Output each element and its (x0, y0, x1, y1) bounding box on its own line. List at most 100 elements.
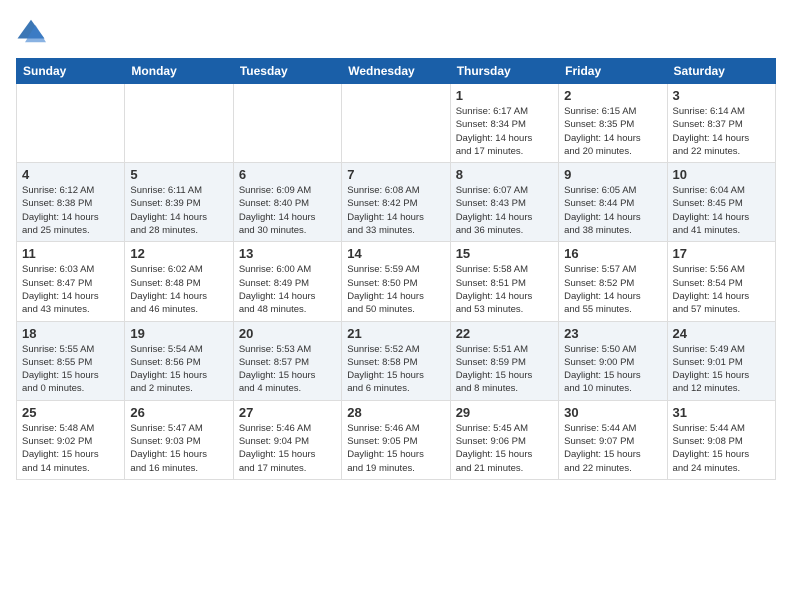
day-info: Sunrise: 5:57 AM Sunset: 8:52 PM Dayligh… (564, 263, 661, 316)
calendar-cell: 7Sunrise: 6:08 AM Sunset: 8:42 PM Daylig… (342, 163, 450, 242)
day-number: 21 (347, 326, 444, 341)
calendar-cell (125, 84, 233, 163)
header-saturday: Saturday (667, 59, 775, 84)
day-info: Sunrise: 5:44 AM Sunset: 9:07 PM Dayligh… (564, 422, 661, 475)
calendar-table: SundayMondayTuesdayWednesdayThursdayFrid… (16, 58, 776, 480)
header-friday: Friday (559, 59, 667, 84)
day-number: 27 (239, 405, 336, 420)
logo-icon (16, 16, 46, 46)
calendar-cell: 31Sunrise: 5:44 AM Sunset: 9:08 PM Dayli… (667, 400, 775, 479)
day-number: 18 (22, 326, 119, 341)
day-number: 3 (673, 88, 770, 103)
calendar-cell: 8 Sunrise: 6:07 AM Sunset: 8:43 PM Daylig… (450, 163, 558, 242)
calendar-cell: 4 Sunrise: 6:12 AM Sunset: 8:38 PM Daylig… (17, 163, 125, 242)
calendar-cell: 24 Sunrise: 5:49 AM Sunset: 9:01 PM Dayli… (667, 321, 775, 400)
calendar-cell: 26 Sunrise: 5:47 AM Sunset: 9:03 PM Dayli… (125, 400, 233, 479)
calendar-cell: 18 Sunrise: 5:55 AM Sunset: 8:55 PM Dayli… (17, 321, 125, 400)
header-tuesday: Tuesday (233, 59, 341, 84)
day-info: Sunrise: 6:09 AM Sunset: 8:40 PM Dayligh… (239, 184, 336, 237)
day-info: Sunrise: 6:00 AM Sunset: 8:49 PM Dayligh… (239, 263, 336, 316)
calendar-cell: 5 Sunrise: 6:11 AM Sunset: 8:39 PM Daylig… (125, 163, 233, 242)
calendar-cell (342, 84, 450, 163)
calendar-body: 1 Sunrise: 6:17 AM Sunset: 8:34 PM Daylig… (17, 84, 776, 480)
day-number: 25 (22, 405, 119, 420)
calendar-cell: 9 Sunrise: 6:05 AM Sunset: 8:44 PM Daylig… (559, 163, 667, 242)
day-number: 4 (22, 167, 119, 182)
calendar-cell (17, 84, 125, 163)
calendar-cell: 19 Sunrise: 5:54 AM Sunset: 8:56 PM Dayli… (125, 321, 233, 400)
day-info: Sunrise: 5:46 AM Sunset: 9:04 PM Dayligh… (239, 422, 336, 475)
page-header (16, 16, 776, 46)
calendar-cell: 6 Sunrise: 6:09 AM Sunset: 8:40 PM Daylig… (233, 163, 341, 242)
calendar-cell: 29 Sunrise: 5:45 AM Sunset: 9:06 PM Dayli… (450, 400, 558, 479)
day-info: Sunrise: 5:50 AM Sunset: 9:00 PM Dayligh… (564, 343, 661, 396)
day-info: Sunrise: 6:12 AM Sunset: 8:38 PM Dayligh… (22, 184, 119, 237)
day-info: Sunrise: 5:52 AM Sunset: 8:58 PM Dayligh… (347, 343, 444, 396)
day-number: 23 (564, 326, 661, 341)
day-number: 31 (673, 405, 770, 420)
week-row-1: 1 Sunrise: 6:17 AM Sunset: 8:34 PM Daylig… (17, 84, 776, 163)
day-info: Sunrise: 5:47 AM Sunset: 9:03 PM Dayligh… (130, 422, 227, 475)
day-info: Sunrise: 5:54 AM Sunset: 8:56 PM Dayligh… (130, 343, 227, 396)
day-number: 13 (239, 246, 336, 261)
day-info: Sunrise: 6:15 AM Sunset: 8:35 PM Dayligh… (564, 105, 661, 158)
calendar-header: SundayMondayTuesdayWednesdayThursdayFrid… (17, 59, 776, 84)
calendar-cell: 1 Sunrise: 6:17 AM Sunset: 8:34 PM Daylig… (450, 84, 558, 163)
day-info: Sunrise: 5:59 AM Sunset: 8:50 PM Dayligh… (347, 263, 444, 316)
day-number: 17 (673, 246, 770, 261)
day-info: Sunrise: 5:51 AM Sunset: 8:59 PM Dayligh… (456, 343, 553, 396)
day-info: Sunrise: 6:07 AM Sunset: 8:43 PM Dayligh… (456, 184, 553, 237)
day-number: 20 (239, 326, 336, 341)
calendar-cell: 3Sunrise: 6:14 AM Sunset: 8:37 PM Daylig… (667, 84, 775, 163)
calendar-cell: 22 Sunrise: 5:51 AM Sunset: 8:59 PM Dayli… (450, 321, 558, 400)
day-number: 5 (130, 167, 227, 182)
day-info: Sunrise: 6:11 AM Sunset: 8:39 PM Dayligh… (130, 184, 227, 237)
day-info: Sunrise: 6:04 AM Sunset: 8:45 PM Dayligh… (673, 184, 770, 237)
day-number: 15 (456, 246, 553, 261)
day-info: Sunrise: 5:56 AM Sunset: 8:54 PM Dayligh… (673, 263, 770, 316)
day-number: 8 (456, 167, 553, 182)
header-monday: Monday (125, 59, 233, 84)
week-row-5: 25 Sunrise: 5:48 AM Sunset: 9:02 PM Dayli… (17, 400, 776, 479)
calendar-cell (233, 84, 341, 163)
day-number: 16 (564, 246, 661, 261)
day-info: Sunrise: 6:02 AM Sunset: 8:48 PM Dayligh… (130, 263, 227, 316)
day-number: 11 (22, 246, 119, 261)
calendar-cell: 10 Sunrise: 6:04 AM Sunset: 8:45 PM Dayli… (667, 163, 775, 242)
day-number: 6 (239, 167, 336, 182)
day-info: Sunrise: 5:48 AM Sunset: 9:02 PM Dayligh… (22, 422, 119, 475)
calendar-cell: 20 Sunrise: 5:53 AM Sunset: 8:57 PM Dayli… (233, 321, 341, 400)
week-row-3: 11Sunrise: 6:03 AM Sunset: 8:47 PM Dayli… (17, 242, 776, 321)
calendar-cell: 14 Sunrise: 5:59 AM Sunset: 8:50 PM Dayli… (342, 242, 450, 321)
day-number: 26 (130, 405, 227, 420)
day-number: 10 (673, 167, 770, 182)
logo (16, 16, 50, 46)
day-info: Sunrise: 5:49 AM Sunset: 9:01 PM Dayligh… (673, 343, 770, 396)
day-info: Sunrise: 5:45 AM Sunset: 9:06 PM Dayligh… (456, 422, 553, 475)
day-number: 22 (456, 326, 553, 341)
day-info: Sunrise: 5:55 AM Sunset: 8:55 PM Dayligh… (22, 343, 119, 396)
day-number: 19 (130, 326, 227, 341)
calendar-cell: 25 Sunrise: 5:48 AM Sunset: 9:02 PM Dayli… (17, 400, 125, 479)
week-row-4: 18 Sunrise: 5:55 AM Sunset: 8:55 PM Dayli… (17, 321, 776, 400)
day-info: Sunrise: 5:46 AM Sunset: 9:05 PM Dayligh… (347, 422, 444, 475)
day-number: 9 (564, 167, 661, 182)
day-number: 29 (456, 405, 553, 420)
header-row: SundayMondayTuesdayWednesdayThursdayFrid… (17, 59, 776, 84)
day-number: 24 (673, 326, 770, 341)
calendar-cell: 12Sunrise: 6:02 AM Sunset: 8:48 PM Dayli… (125, 242, 233, 321)
day-info: Sunrise: 6:17 AM Sunset: 8:34 PM Dayligh… (456, 105, 553, 158)
day-info: Sunrise: 5:53 AM Sunset: 8:57 PM Dayligh… (239, 343, 336, 396)
day-number: 7 (347, 167, 444, 182)
day-number: 14 (347, 246, 444, 261)
day-info: Sunrise: 6:05 AM Sunset: 8:44 PM Dayligh… (564, 184, 661, 237)
day-number: 1 (456, 88, 553, 103)
calendar-cell: 15Sunrise: 5:58 AM Sunset: 8:51 PM Dayli… (450, 242, 558, 321)
header-thursday: Thursday (450, 59, 558, 84)
header-sunday: Sunday (17, 59, 125, 84)
day-number: 2 (564, 88, 661, 103)
calendar-cell: 21 Sunrise: 5:52 AM Sunset: 8:58 PM Dayli… (342, 321, 450, 400)
calendar-cell: 30Sunrise: 5:44 AM Sunset: 9:07 PM Dayli… (559, 400, 667, 479)
calendar-cell: 16 Sunrise: 5:57 AM Sunset: 8:52 PM Dayli… (559, 242, 667, 321)
calendar-cell: 27 Sunrise: 5:46 AM Sunset: 9:04 PM Dayli… (233, 400, 341, 479)
